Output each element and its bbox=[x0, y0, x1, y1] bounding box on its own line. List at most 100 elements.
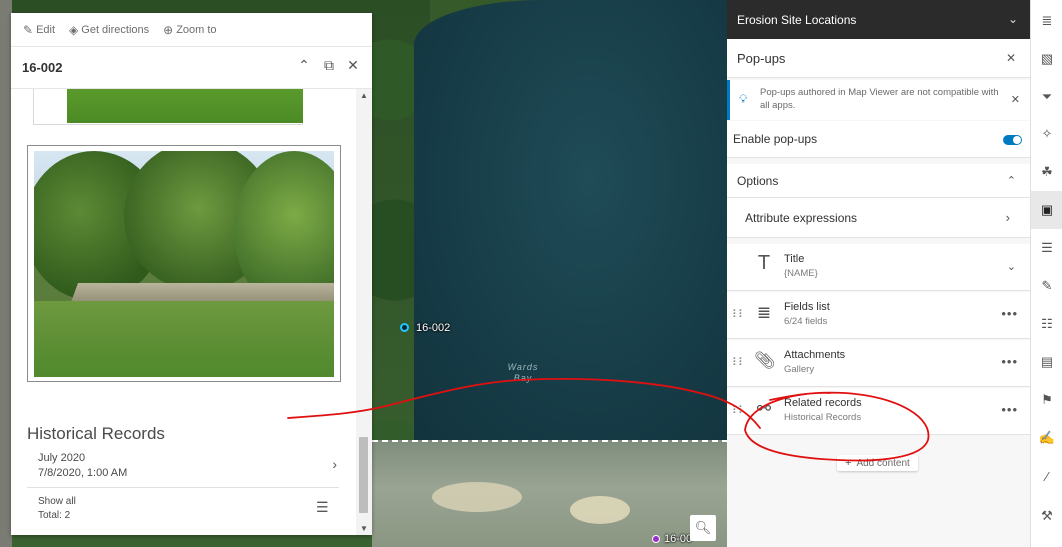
collapse-button[interactable]: ⌃ bbox=[294, 57, 314, 74]
forms-button[interactable]: ▤ bbox=[1031, 343, 1062, 381]
directions-icon: ◈ bbox=[69, 22, 79, 37]
map-search-button[interactable]: 🔍︎ bbox=[690, 515, 716, 541]
measure-icon: ∕ bbox=[1045, 468, 1049, 484]
related-records-icon: ⚯ bbox=[756, 399, 772, 418]
map-water bbox=[414, 0, 734, 445]
dock-button[interactable]: ⧉ bbox=[319, 57, 339, 74]
popup-scrollbar[interactable]: ▲ ▼ bbox=[356, 89, 372, 535]
configure-clusters-icon: ☘ bbox=[1041, 164, 1053, 179]
more-options-icon[interactable]: ••• bbox=[1001, 306, 1018, 321]
layer-name: Erosion Site Locations bbox=[737, 12, 857, 27]
paperclip-icon: 📎︎ bbox=[754, 351, 776, 370]
fields-button[interactable]: ☰ bbox=[1031, 229, 1062, 267]
feature-popup: ✎ Edit ◈ Get directions ⊕ Zoom to 16-002… bbox=[11, 13, 372, 535]
scroll-up-icon[interactable]: ▲ bbox=[360, 91, 368, 100]
drag-handle-icon[interactable]: ⠇⠇ bbox=[732, 308, 746, 321]
settings-toolbar: ≣ ▧ ⏷ ✧ ☘ ▣ ☰ ✎ ☷ ▤ ⚑ ✍ ∕ ⚒ bbox=[1030, 0, 1062, 547]
options-section-header[interactable]: Options ⌃ bbox=[727, 164, 1030, 198]
toggle-knob bbox=[1013, 136, 1021, 144]
edit-icon: ✍ bbox=[1038, 430, 1056, 445]
close-icon[interactable]: ✕ bbox=[1006, 51, 1016, 65]
popups-button[interactable]: ▣ bbox=[1031, 191, 1062, 229]
more-options-icon[interactable]: ••• bbox=[1001, 354, 1018, 369]
related-record-item[interactable]: July 2020 7/8/2020, 1:00 AM › bbox=[27, 446, 339, 488]
list-view-icon[interactable]: ☰ bbox=[316, 499, 329, 516]
attachment-image[interactable] bbox=[33, 89, 303, 125]
attachment-photo bbox=[67, 89, 303, 123]
edit-button[interactable]: ✍ bbox=[1031, 419, 1062, 457]
map-point-label: 16-002 bbox=[416, 322, 451, 334]
fields-icon: ☰ bbox=[1041, 240, 1053, 255]
fields-list-icon: ≣ bbox=[756, 303, 772, 322]
attachment-image[interactable] bbox=[27, 145, 341, 382]
content-block-attachments[interactable]: ⠇⠇ 📎︎ Attachments Gallery ••• bbox=[727, 340, 1030, 387]
popup-content[interactable]: Historical Records July 2020 7/8/2020, 1… bbox=[11, 89, 356, 535]
popup-title: 16-002 bbox=[22, 60, 63, 75]
analysis-button[interactable]: ☷ bbox=[1031, 305, 1062, 343]
layer-header[interactable]: Erosion Site Locations ⌄ bbox=[727, 0, 1030, 39]
attribute-expressions-item[interactable]: Attribute expressions › bbox=[727, 198, 1030, 238]
map-point-marker[interactable] bbox=[400, 323, 409, 332]
wrench-icon: ⚒ bbox=[1041, 508, 1053, 523]
share-button[interactable]: ⚑ bbox=[1031, 381, 1062, 419]
configure-clusters-button[interactable]: ☘ bbox=[1031, 153, 1062, 191]
settings-button[interactable]: ⚒ bbox=[1031, 497, 1062, 535]
show-all-link[interactable]: Show all bbox=[38, 496, 76, 507]
styles-button[interactable]: ▧ bbox=[1031, 40, 1062, 78]
block-subtitle: {NAME} bbox=[784, 268, 818, 279]
close-button[interactable]: ✕ bbox=[343, 57, 363, 74]
plus-icon: + bbox=[845, 457, 852, 469]
scrollbar-thumb[interactable] bbox=[359, 437, 368, 513]
chevron-down-icon: ⌄ bbox=[1006, 261, 1016, 273]
block-title: Related records bbox=[784, 397, 862, 409]
sketch-button[interactable]: ✎ bbox=[1031, 267, 1062, 305]
analysis-icon: ☷ bbox=[1041, 316, 1053, 331]
block-title: Fields list bbox=[784, 301, 830, 313]
get-directions-button[interactable]: ◈ Get directions bbox=[69, 23, 149, 37]
styles-icon: ▧ bbox=[1040, 51, 1054, 66]
filter-icon: ⏷ bbox=[1041, 89, 1053, 104]
close-icon[interactable]: ✕ bbox=[1011, 93, 1020, 106]
dock-icon: ⧉ bbox=[324, 57, 334, 73]
notice-text: Pop-ups authored in Map Viewer are not c… bbox=[760, 87, 999, 111]
enable-popups-toggle[interactable] bbox=[1003, 135, 1022, 145]
zoom-to-button[interactable]: ⊕ Zoom to bbox=[163, 23, 216, 37]
record-date: 7/8/2020, 1:00 AM bbox=[38, 467, 128, 479]
chevron-up-icon: ⌃ bbox=[298, 57, 310, 73]
drag-handle-icon[interactable]: ⠇⠇ bbox=[732, 404, 746, 417]
chevron-up-icon: ⌃ bbox=[1006, 175, 1016, 187]
popup-config-panel: Erosion Site Locations ⌄ Pop-ups ✕ 💡︎ Po… bbox=[727, 0, 1030, 547]
enable-popups-label: Enable pop-ups bbox=[733, 132, 818, 146]
filter-button[interactable]: ⏷ bbox=[1031, 78, 1062, 116]
block-subtitle: Gallery bbox=[784, 364, 815, 375]
block-title: Title bbox=[784, 253, 805, 265]
measure-button[interactable]: ∕ bbox=[1031, 457, 1062, 495]
zoom-to-icon: ⊕ bbox=[163, 22, 174, 37]
popup-action-bar: ✎ Edit ◈ Get directions ⊕ Zoom to bbox=[11, 13, 372, 47]
map-shallows bbox=[372, 440, 728, 547]
content-block-title[interactable]: T Title {NAME} ⌄ bbox=[727, 244, 1030, 291]
forms-icon: ▤ bbox=[1040, 354, 1054, 369]
map-point-label: 16-00 bbox=[664, 533, 693, 545]
panel-title: Pop-ups bbox=[737, 50, 786, 66]
edit-button[interactable]: ✎ Edit bbox=[23, 23, 55, 37]
more-options-icon[interactable]: ••• bbox=[1001, 402, 1018, 417]
photo-river bbox=[34, 301, 334, 377]
add-content-button[interactable]: + Add content bbox=[837, 455, 918, 471]
map-boundary-line bbox=[372, 440, 728, 442]
content-block-fields-list[interactable]: ⠇⠇ ≣ Fields list 6/24 fields ••• bbox=[727, 292, 1030, 339]
popup-header: 16-002 ⌃ ⧉ ✕ bbox=[11, 47, 372, 89]
records-total: Total: 2 bbox=[38, 510, 71, 521]
text-icon: T bbox=[757, 252, 771, 274]
zoom-to-label: Zoom to bbox=[176, 23, 217, 36]
content-block-related-records[interactable]: ⠇⠇ ⚯ Related records Historical Records … bbox=[727, 388, 1030, 435]
enable-popups-row: Enable pop-ups bbox=[727, 121, 1030, 158]
chevron-down-icon[interactable]: ⌄ bbox=[1008, 12, 1018, 26]
scroll-down-icon[interactable]: ▼ bbox=[360, 524, 368, 533]
effects-button[interactable]: ✧ bbox=[1031, 115, 1062, 153]
get-directions-label: Get directions bbox=[81, 23, 150, 36]
edit-label: Edit bbox=[36, 23, 56, 36]
map-point-marker[interactable] bbox=[652, 535, 660, 543]
properties-button[interactable]: ≣ bbox=[1031, 2, 1062, 40]
drag-handle-icon[interactable]: ⠇⠇ bbox=[732, 356, 746, 369]
